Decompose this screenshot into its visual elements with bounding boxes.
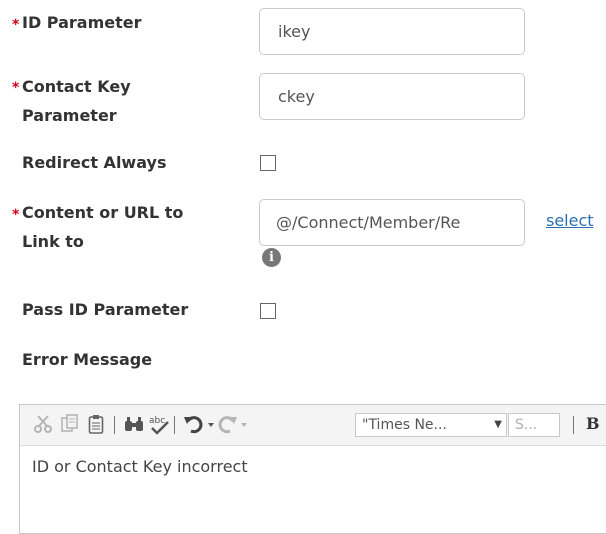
toolbar-separator <box>114 416 115 434</box>
toolbar-separator <box>174 416 175 434</box>
info-icon[interactable]: i <box>262 248 281 267</box>
toolbar-separator <box>573 416 574 434</box>
paste-icon[interactable] <box>88 414 104 438</box>
copy-icon[interactable] <box>61 414 79 438</box>
required-marker: * <box>12 80 20 96</box>
id-parameter-label: ID Parameter <box>22 13 142 32</box>
redo-icon[interactable] <box>217 414 249 438</box>
contact-key-parameter-label-line2: Parameter <box>22 106 117 125</box>
cut-icon[interactable] <box>33 414 53 438</box>
error-message-label: Error Message <box>22 350 153 369</box>
svg-text:abc: abc <box>149 416 165 426</box>
id-parameter-input[interactable] <box>259 8 525 55</box>
select-link[interactable]: select <box>546 211 594 230</box>
content-or-url-input[interactable] <box>259 199 525 246</box>
bold-button[interactable]: B <box>586 414 600 433</box>
error-message-editor[interactable]: abc "Times Ne... ▼ S... B ID or Contact … <box>19 404 606 534</box>
find-icon[interactable] <box>123 414 145 438</box>
content-or-url-label-line1: Content or URL to <box>22 203 184 222</box>
required-marker: * <box>12 17 20 33</box>
required-marker: * <box>12 207 20 223</box>
content-or-url-label-line2: Link to <box>22 232 84 251</box>
font-size-value: S... <box>515 417 538 433</box>
redirect-always-label: Redirect Always <box>22 153 167 172</box>
chevron-down-icon: ▼ <box>494 419 502 430</box>
contact-key-parameter-label-line1: Contact Key <box>22 77 131 96</box>
pass-id-parameter-label: Pass ID Parameter <box>22 300 189 319</box>
pass-id-parameter-checkbox[interactable] <box>260 303 276 319</box>
editor-toolbar: abc "Times Ne... ▼ S... B <box>20 405 606 446</box>
contact-key-parameter-input[interactable] <box>259 73 525 120</box>
error-message-content[interactable]: ID or Contact Key incorrect <box>32 457 248 476</box>
spellcheck-icon[interactable]: abc <box>148 414 170 440</box>
undo-icon[interactable] <box>183 414 217 438</box>
font-name-select[interactable]: "Times Ne... ▼ <box>355 413 507 437</box>
font-size-select[interactable]: S... <box>508 413 560 437</box>
redirect-always-checkbox[interactable] <box>260 155 276 171</box>
font-name-value: "Times Ne... <box>362 417 447 433</box>
